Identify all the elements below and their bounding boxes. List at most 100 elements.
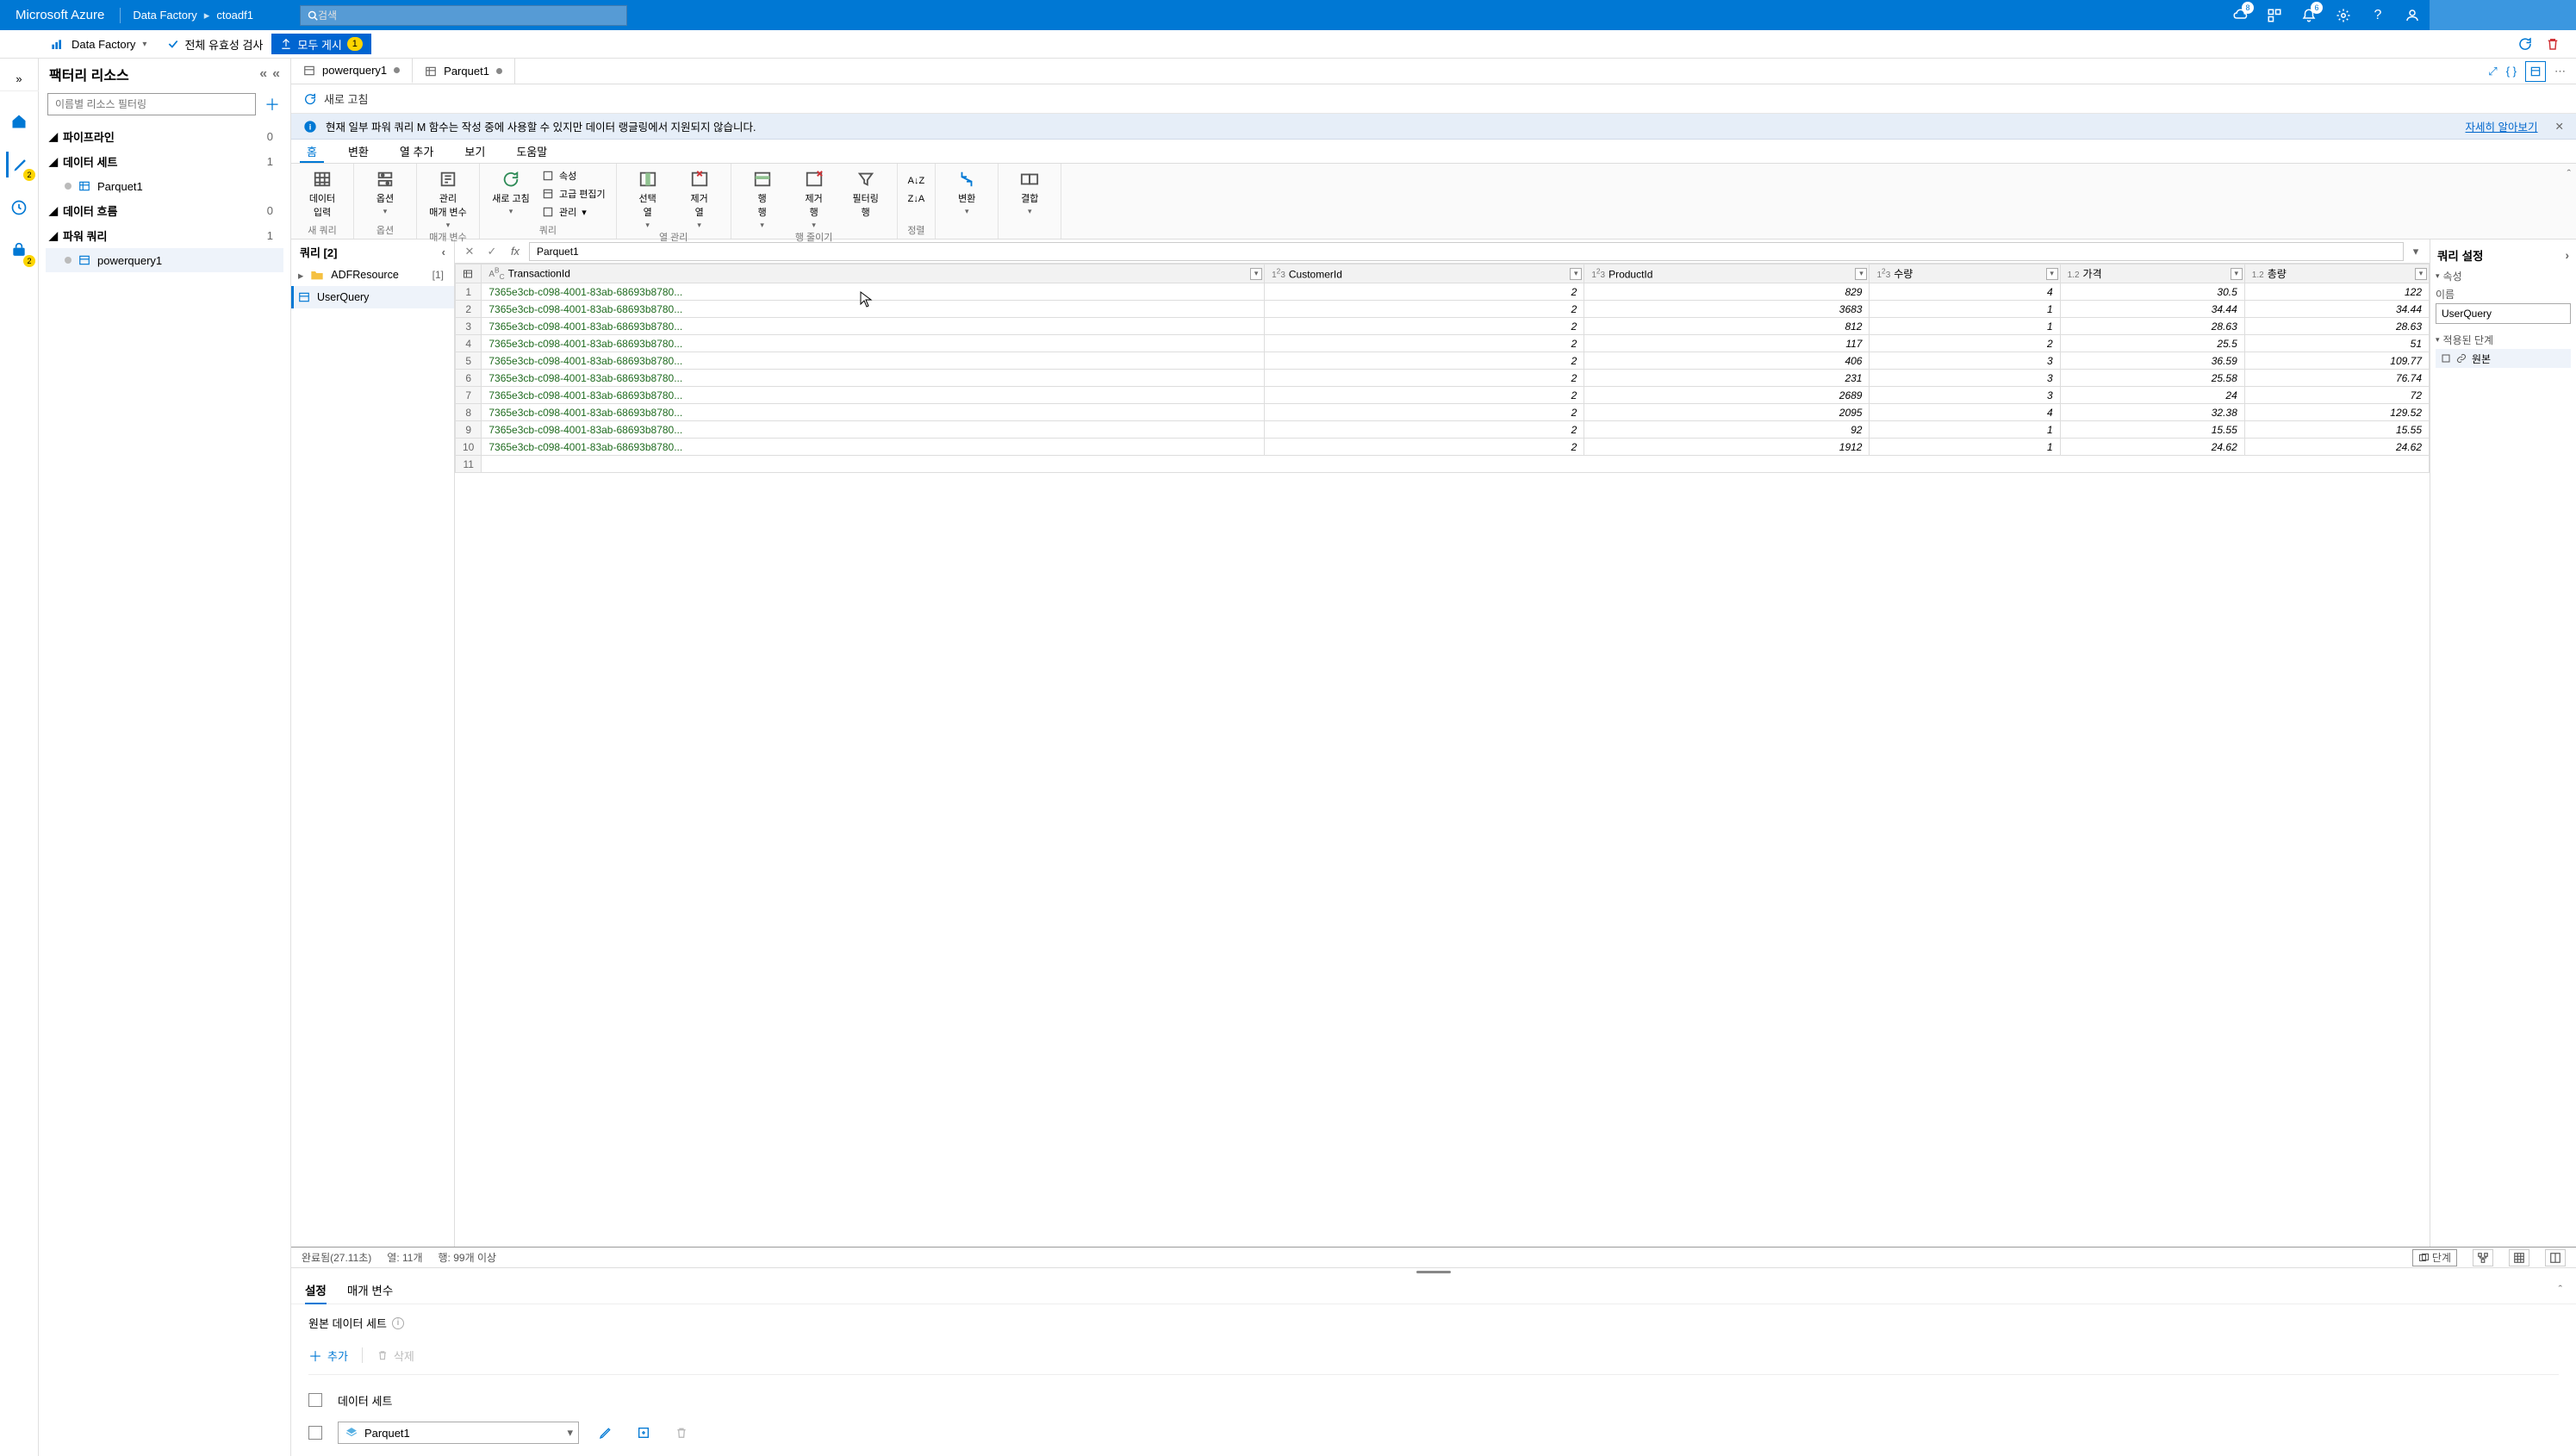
cell[interactable]: 2 bbox=[1265, 370, 1584, 387]
close-banner-icon[interactable]: ✕ bbox=[2555, 120, 2564, 133]
cell[interactable]: 51 bbox=[2244, 335, 2429, 352]
table-row[interactable]: 17365e3cb-c098-4001-83ab-68693b8780...28… bbox=[456, 283, 2430, 301]
cell[interactable]: 24.62 bbox=[2244, 439, 2429, 456]
cloud-shell-button[interactable]: 8 bbox=[2223, 0, 2257, 30]
cell[interactable]: 406 bbox=[1584, 352, 1870, 370]
tree-item-parquet1[interactable]: Parquet1 bbox=[46, 174, 283, 198]
cell[interactable]: 1 bbox=[1870, 439, 2060, 456]
cell[interactable]: 812 bbox=[1584, 318, 1870, 335]
rb-remove-rows[interactable]: 제거 행▾ bbox=[790, 167, 838, 230]
chevron-down-icon[interactable]: ▾ bbox=[2436, 271, 2440, 281]
table-row[interactable]: 11 bbox=[456, 456, 2430, 473]
publish-all-button[interactable]: 모두 게시 1 bbox=[271, 34, 370, 54]
global-search[interactable] bbox=[300, 5, 627, 26]
refresh-workspace-icon[interactable] bbox=[2517, 36, 2533, 52]
dataset-select[interactable]: Parquet1 ▾ bbox=[338, 1422, 579, 1444]
rb-combine[interactable]: 결합▾ bbox=[1005, 167, 1054, 216]
tab-powerquery1[interactable]: powerquery1 bbox=[291, 59, 413, 84]
maximize-icon[interactable]: ⤢ bbox=[2488, 65, 2497, 78]
rb-manage-params[interactable]: 관리 매개 변수▾ bbox=[424, 167, 472, 230]
rb-advanced-editor[interactable]: 고급 편집기 bbox=[542, 185, 606, 202]
column-header[interactable]: 1.2총량▾ bbox=[2244, 264, 2429, 283]
help-button[interactable]: ? bbox=[2361, 0, 2395, 30]
table-row[interactable]: 47365e3cb-c098-4001-83ab-68693b8780...21… bbox=[456, 335, 2430, 352]
collapse-tree-icon[interactable]: « bbox=[259, 66, 267, 82]
cell[interactable]: 129.52 bbox=[2244, 404, 2429, 421]
table-row[interactable]: 67365e3cb-c098-4001-83ab-68693b8780...22… bbox=[456, 370, 2430, 387]
cell[interactable]: 117 bbox=[1584, 335, 1870, 352]
column-filter-icon[interactable]: ▾ bbox=[2046, 268, 2058, 280]
overflow-menu-icon[interactable]: ⋯ bbox=[2554, 65, 2566, 78]
rb-refresh[interactable]: 새로 고침▾ bbox=[487, 167, 535, 221]
column-filter-icon[interactable]: ▾ bbox=[1855, 268, 1867, 280]
table-row[interactable]: 37365e3cb-c098-4001-83ab-68693b8780...28… bbox=[456, 318, 2430, 335]
tree-powerqueries[interactable]: ◢파워 쿼리 1 bbox=[46, 223, 283, 248]
cell[interactable]: 7365e3cb-c098-4001-83ab-68693b8780... bbox=[482, 301, 1265, 318]
cell[interactable]: 3 bbox=[1870, 387, 2060, 404]
rb-properties[interactable]: 속성 bbox=[542, 167, 606, 184]
grid-view-button[interactable] bbox=[2509, 1249, 2529, 1266]
cell[interactable]: 2 bbox=[1265, 352, 1584, 370]
cell[interactable]: 7365e3cb-c098-4001-83ab-68693b8780... bbox=[482, 439, 1265, 456]
cell[interactable]: 829 bbox=[1584, 283, 1870, 301]
rb-manage[interactable]: 관리 ▾ bbox=[542, 203, 606, 221]
cell[interactable]: 122 bbox=[2244, 283, 2429, 301]
formula-cancel-icon[interactable]: ✕ bbox=[460, 245, 479, 258]
cell[interactable]: 25.5 bbox=[2060, 335, 2244, 352]
cell[interactable]: 25.58 bbox=[2060, 370, 2244, 387]
cell[interactable]: 2 bbox=[1265, 404, 1584, 421]
delete-workspace-icon[interactable] bbox=[2545, 36, 2560, 52]
cell[interactable]: 34.44 bbox=[2244, 301, 2429, 318]
cell[interactable]: 4 bbox=[1870, 404, 2060, 421]
settings-button[interactable] bbox=[2326, 0, 2361, 30]
applied-step-source[interactable]: 원본 bbox=[2436, 349, 2571, 368]
cell[interactable]: 76.74 bbox=[2244, 370, 2429, 387]
cell[interactable]: 7365e3cb-c098-4001-83ab-68693b8780... bbox=[482, 404, 1265, 421]
cell[interactable]: 2 bbox=[1265, 283, 1584, 301]
cell[interactable]: 1 bbox=[1870, 421, 2060, 439]
cell[interactable]: 7365e3cb-c098-4001-83ab-68693b8780... bbox=[482, 387, 1265, 404]
tab-parquet1[interactable]: Parquet1 bbox=[413, 59, 515, 84]
table-row[interactable]: 107365e3cb-c098-4001-83ab-68693b8780...2… bbox=[456, 439, 2430, 456]
remove-dataset-button[interactable] bbox=[670, 1422, 693, 1444]
table-row[interactable]: 27365e3cb-c098-4001-83ab-68693b8780...23… bbox=[456, 301, 2430, 318]
rb-transform[interactable]: 변환▾ bbox=[943, 167, 991, 216]
cell[interactable]: 7365e3cb-c098-4001-83ab-68693b8780... bbox=[482, 352, 1265, 370]
expand-settings-icon[interactable]: › bbox=[2566, 249, 2570, 262]
data-grid[interactable]: ABCTransactionId▾123CustomerId▾123Produc… bbox=[455, 264, 2430, 1247]
cell[interactable]: 3 bbox=[1870, 370, 2060, 387]
user-area[interactable] bbox=[2430, 0, 2576, 30]
queries-item-userquery[interactable]: UserQuery bbox=[291, 286, 454, 308]
cell[interactable]: 109.77 bbox=[2244, 352, 2429, 370]
ribbontab-addcol[interactable]: 열 추가 bbox=[384, 140, 450, 163]
rb-options[interactable]: 옵션▾ bbox=[361, 167, 409, 216]
cell[interactable]: 92 bbox=[1584, 421, 1870, 439]
cell[interactable]: 15.55 bbox=[2244, 421, 2429, 439]
column-filter-icon[interactable]: ▾ bbox=[1250, 268, 1262, 280]
cell[interactable]: 3 bbox=[1870, 352, 2060, 370]
tree-datasets[interactable]: ◢데이터 세트 1 bbox=[46, 149, 283, 174]
cell[interactable]: 36.59 bbox=[2060, 352, 2244, 370]
cell[interactable]: 2 bbox=[1265, 335, 1584, 352]
column-header[interactable]: 123수량▾ bbox=[1870, 264, 2060, 283]
search-input[interactable] bbox=[318, 9, 619, 22]
cell[interactable]: 2 bbox=[1265, 421, 1584, 439]
column-filter-icon[interactable]: ▾ bbox=[2415, 268, 2427, 280]
collapse-panel-icon[interactable]: « bbox=[272, 66, 280, 82]
btab-settings[interactable]: 설정 bbox=[305, 1276, 327, 1304]
select-all-checkbox[interactable] bbox=[308, 1393, 322, 1407]
rb-enter-data[interactable]: 데이터 입력 bbox=[298, 167, 346, 219]
refresh-preview-button[interactable]: 새로 고침 bbox=[303, 90, 368, 107]
collapse-ribbon-icon[interactable]: ˆ bbox=[2567, 167, 2571, 180]
notifications-button[interactable]: 6 bbox=[2292, 0, 2326, 30]
cell[interactable]: 231 bbox=[1584, 370, 1870, 387]
open-dataset-button[interactable] bbox=[632, 1422, 655, 1444]
learn-more-link[interactable]: 자세히 알아보기 bbox=[2466, 118, 2538, 134]
rb-choose-columns[interactable]: 선택 열▾ bbox=[624, 167, 672, 230]
data-factory-dropdown[interactable]: Data Factory ▾ bbox=[39, 37, 159, 51]
queries-folder-adfresource[interactable]: ▸ ADFResource [1] bbox=[291, 264, 454, 286]
resource-filter-input[interactable] bbox=[47, 93, 256, 115]
cell[interactable]: 7365e3cb-c098-4001-83ab-68693b8780... bbox=[482, 421, 1265, 439]
rail-author[interactable]: 2 bbox=[6, 152, 32, 177]
rb-sort-asc[interactable]: A↓Z bbox=[908, 172, 925, 190]
